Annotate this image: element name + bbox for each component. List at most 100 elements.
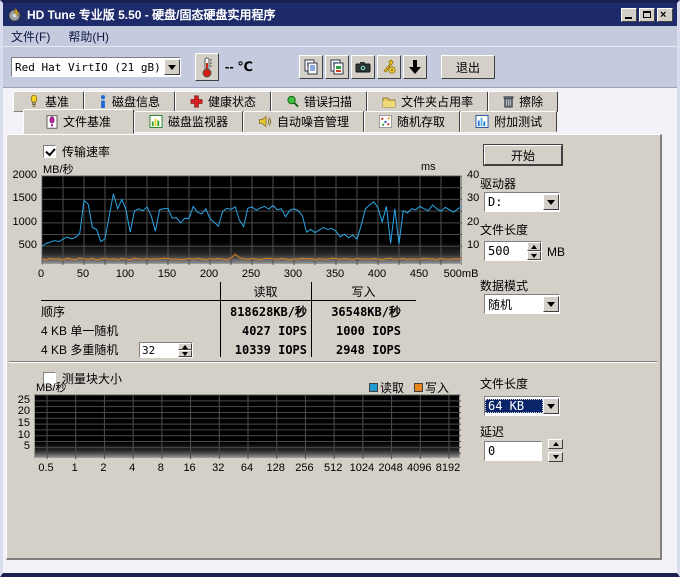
titlebar: HD Tune 专业版 5.50 - 硬盘/固态硬盘实用程序 × bbox=[3, 3, 677, 26]
drive-combobox-arrow[interactable] bbox=[164, 59, 180, 75]
tab-folder-usage[interactable]: 文件夹占用率 bbox=[367, 91, 488, 112]
axis-tick: 300 bbox=[284, 268, 302, 280]
read-swatch bbox=[369, 383, 378, 392]
delay-input[interactable]: 0 bbox=[484, 441, 542, 461]
tab-aam[interactable]: 自动噪音管理 bbox=[243, 111, 364, 132]
file-length-spinner[interactable]: 500 bbox=[484, 241, 542, 261]
chevron-down-icon bbox=[547, 302, 555, 307]
read-column-header: 读取 bbox=[220, 283, 311, 300]
speaker-icon bbox=[258, 115, 272, 128]
data-mode-label: 数据模式 bbox=[480, 277, 528, 294]
table-row: 顺序 818628KB/秒 36548KB/秒 bbox=[41, 302, 416, 321]
delay-label: 延迟 bbox=[480, 423, 504, 440]
tab-label: 文件基准 bbox=[63, 113, 111, 130]
drive-combobox[interactable]: Red Hat VirtIO (21 gB) bbox=[11, 57, 181, 77]
temperature-button[interactable] bbox=[195, 53, 219, 81]
download-arrow-icon bbox=[408, 59, 422, 75]
magnifier-icon bbox=[286, 95, 299, 108]
menu-file[interactable]: 文件(F) bbox=[11, 28, 50, 45]
start-button[interactable]: 开始 bbox=[484, 145, 562, 165]
data-mode-dropdown-arrow[interactable] bbox=[543, 296, 559, 312]
spin-down-button[interactable] bbox=[178, 350, 192, 357]
axis-tick: 128 bbox=[267, 462, 285, 474]
axis-tick: 8 bbox=[158, 462, 164, 474]
delay-up-button[interactable] bbox=[548, 439, 563, 449]
transfer-rate-checkbox-label: 传输速率 bbox=[62, 143, 110, 160]
axis-tick: 500 bbox=[9, 239, 37, 251]
options-button[interactable] bbox=[377, 55, 401, 79]
axis-tick: 512 bbox=[324, 462, 342, 474]
tab-disk-monitor[interactable]: 磁盘监视器 bbox=[134, 111, 243, 132]
tab-erase[interactable]: 擦除 bbox=[488, 91, 558, 112]
screenshot-button[interactable] bbox=[351, 55, 375, 79]
axis-tick: 250 bbox=[242, 268, 260, 280]
maximize-button[interactable] bbox=[639, 8, 655, 22]
write-value: 2948 IOPS bbox=[317, 343, 401, 357]
close-button[interactable]: × bbox=[657, 8, 673, 22]
thermometer-icon bbox=[200, 56, 214, 78]
drive-dropdown-arrow[interactable] bbox=[543, 194, 559, 210]
block-file-length-dropdown[interactable]: 64 KB bbox=[484, 396, 560, 416]
tab-label: 磁盘监视器 bbox=[168, 113, 228, 130]
drive-dropdown[interactable]: D: bbox=[484, 192, 560, 212]
scroll-button[interactable] bbox=[403, 55, 427, 79]
transfer-rate-checkbox[interactable] bbox=[43, 145, 56, 158]
trash-icon bbox=[503, 95, 514, 108]
copy-text-button[interactable] bbox=[299, 55, 323, 79]
chevron-down-icon bbox=[547, 404, 555, 409]
camera-icon bbox=[355, 59, 371, 75]
disk-monitor-icon bbox=[149, 115, 163, 128]
spin-up-button[interactable] bbox=[178, 343, 192, 350]
axis-tick: 10 bbox=[467, 239, 479, 251]
minimize-button[interactable] bbox=[621, 8, 637, 22]
exit-button[interactable]: 退出 bbox=[441, 55, 495, 79]
tab-random-access[interactable]: 随机存取 bbox=[364, 111, 460, 132]
tab-extra-tests[interactable]: 附加测试 bbox=[460, 111, 557, 132]
info-icon bbox=[99, 95, 107, 108]
app-window: HD Tune 专业版 5.50 - 硬盘/固态硬盘实用程序 × 文件(F) 帮… bbox=[0, 0, 680, 577]
folder-icon bbox=[382, 96, 396, 108]
axis-tick: 0.5 bbox=[38, 462, 53, 474]
block-file-length-value: 64 KB bbox=[485, 399, 543, 413]
axis-tick: 8192 bbox=[436, 462, 460, 474]
spin-down-button[interactable] bbox=[527, 251, 541, 260]
axis-tick: 400 bbox=[368, 268, 386, 280]
copy-image-button[interactable] bbox=[325, 55, 349, 79]
tab-file-benchmark[interactable]: 文件基准 bbox=[23, 109, 134, 134]
axis-tick: 4 bbox=[129, 462, 135, 474]
data-mode-dropdown[interactable]: 随机 bbox=[484, 294, 560, 314]
block-file-length-dropdown-arrow[interactable] bbox=[543, 398, 559, 414]
tools-icon bbox=[381, 59, 397, 75]
delay-value: 0 bbox=[485, 444, 541, 458]
axis-tick: 500mB bbox=[444, 268, 479, 280]
tab-label: 自动噪音管理 bbox=[277, 113, 349, 130]
axis-tick: 32 bbox=[212, 462, 224, 474]
menubar: 文件(F) 帮助(H) bbox=[3, 26, 677, 47]
write-value: 1000 IOPS bbox=[317, 324, 401, 338]
axis-tick: 5 bbox=[9, 440, 30, 452]
table-divider bbox=[41, 300, 416, 301]
file-benchmark-page: 传输速率 MB/秒 ms 200015001000500403020100501… bbox=[6, 134, 662, 560]
tab-row-2: 文件基准 磁盘监视器 自动噪音管理 随机存取 附加测试 bbox=[23, 111, 557, 134]
axis-tick: 1 bbox=[72, 462, 78, 474]
axis-tick: 40 bbox=[467, 169, 479, 181]
tab-label: 文件夹占用率 bbox=[401, 93, 473, 110]
row-label: 4 KB 单一随机 bbox=[41, 322, 118, 339]
toolbar: Red Hat VirtIO (21 gB) -- ℃ bbox=[3, 47, 677, 88]
tab-health[interactable]: 健康状态 bbox=[175, 91, 271, 112]
axis-tick: 4096 bbox=[407, 462, 431, 474]
write-swatch bbox=[414, 383, 423, 392]
health-cross-icon bbox=[190, 95, 203, 108]
tab-label: 附加测试 bbox=[494, 113, 542, 130]
tab-error-scan[interactable]: 错误扫描 bbox=[271, 91, 367, 112]
block-size-plot bbox=[34, 394, 460, 458]
menu-help[interactable]: 帮助(H) bbox=[68, 28, 109, 45]
delay-down-button[interactable] bbox=[548, 452, 563, 462]
tab-label: 擦除 bbox=[519, 93, 543, 110]
file-length-unit: MB bbox=[547, 245, 565, 259]
table-row: 4 KB 多重随机 32 10339 IOPS 2948 IOPS bbox=[41, 340, 416, 359]
queue-depth-spinner[interactable]: 32 bbox=[139, 342, 193, 358]
drive-label: 驱动器 bbox=[480, 175, 516, 192]
spin-up-button[interactable] bbox=[527, 242, 541, 251]
data-mode-value: 随机 bbox=[485, 296, 543, 313]
